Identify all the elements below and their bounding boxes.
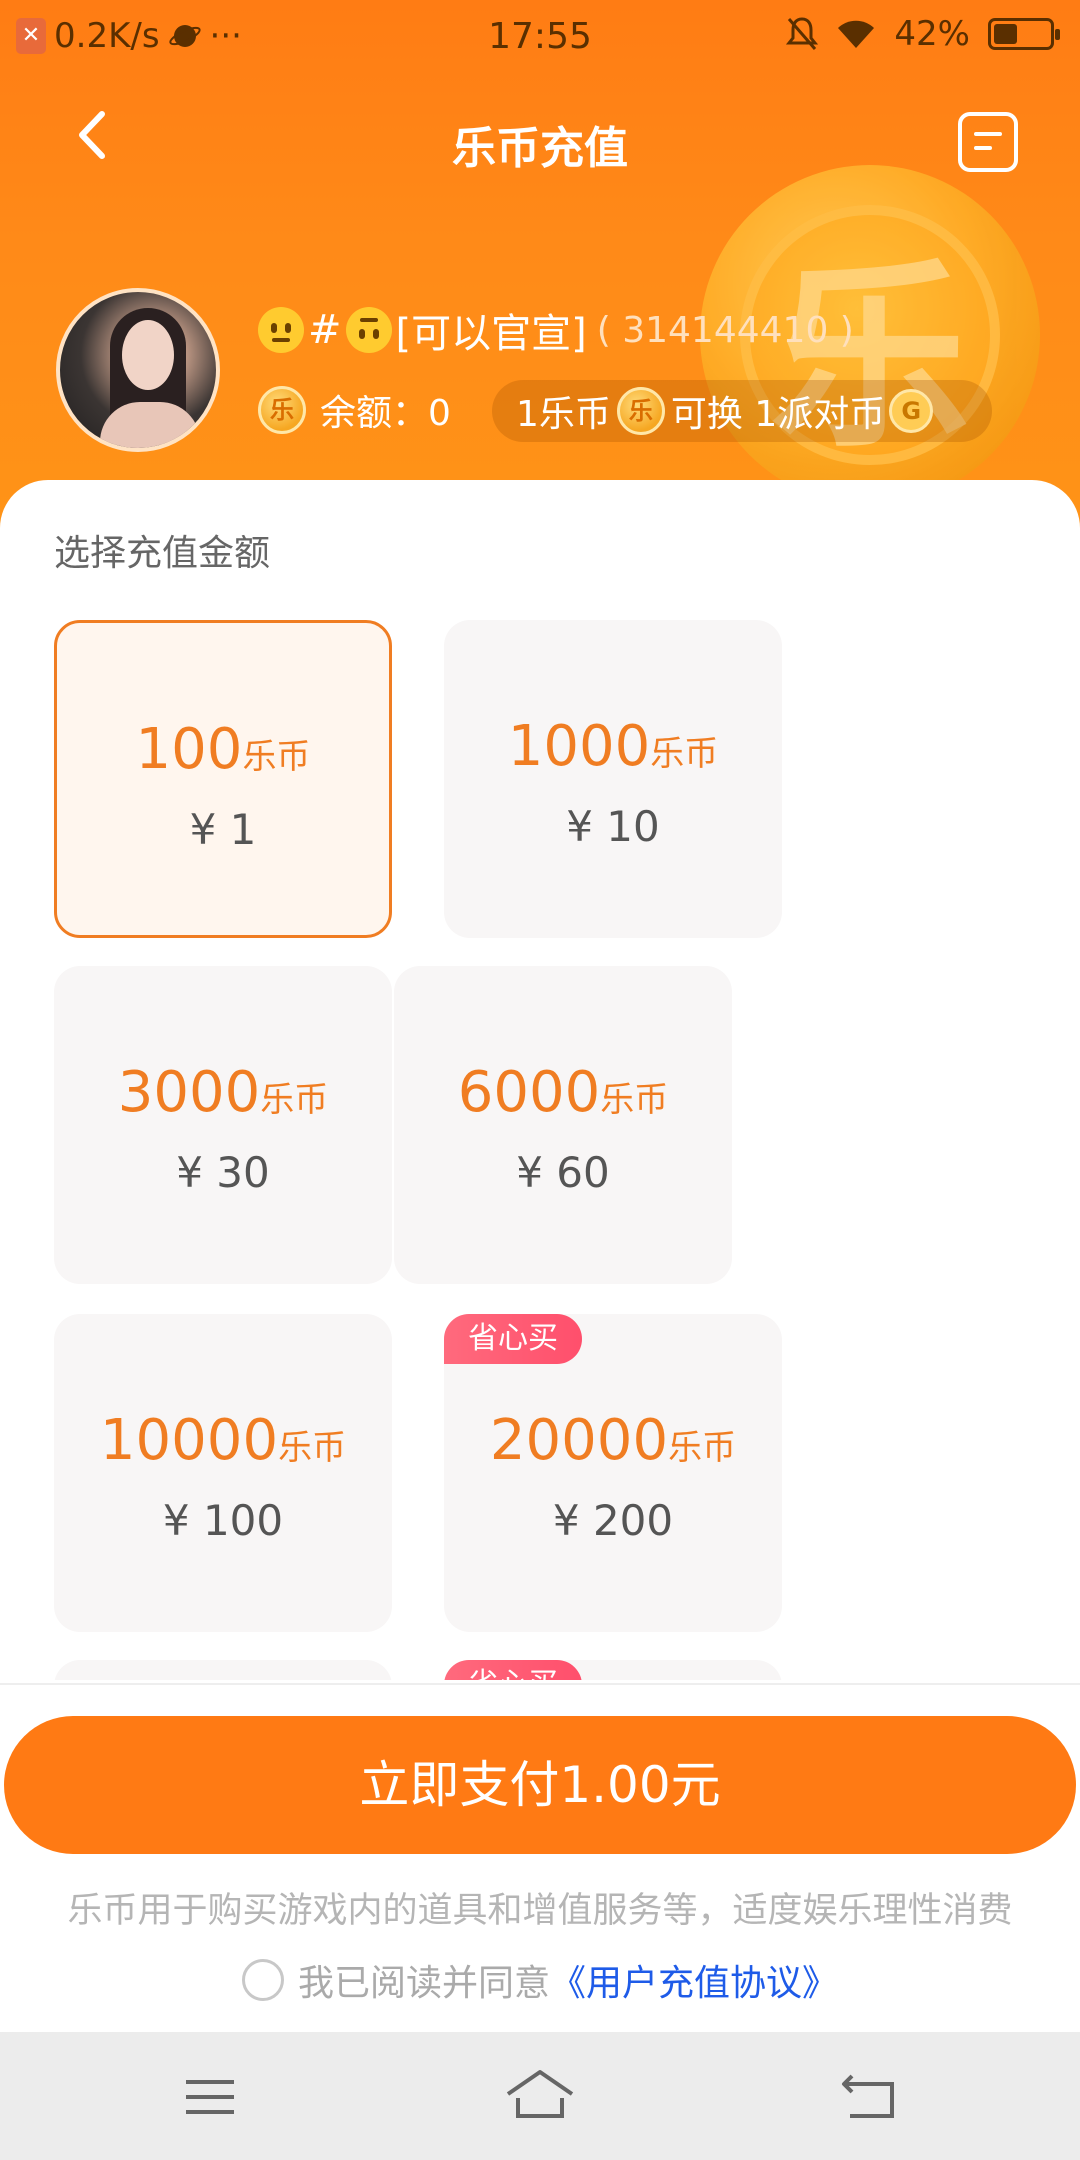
- promo-tag: 省心买: [444, 1314, 582, 1364]
- package-coins: 3000: [117, 1060, 261, 1125]
- mute-bell-icon: [786, 17, 819, 50]
- status-bar: ✕ 0.2K/s ··· 17:55 42%: [0, 0, 1080, 72]
- package-unit: 乐币: [260, 1080, 329, 1120]
- header: 乐 ✕ 0.2K/s ··· 17:55 42% 乐币充值 # [可以官宣] (…: [0, 0, 1080, 540]
- package-1000[interactable]: 1000乐币 ¥ 10: [444, 620, 782, 938]
- recharge-card: 选择充值金额 100乐币 ¥ 1 1000乐币 ¥ 10 3000乐币 ¥ 30…: [0, 480, 1080, 1680]
- package-coins: 20000: [489, 1408, 669, 1473]
- battery-percent: 42%: [894, 14, 970, 54]
- package-10000[interactable]: 10000乐币 ¥ 100: [54, 1314, 392, 1632]
- balance-line: 乐 余额：0: [258, 380, 451, 440]
- user-name: #: [308, 307, 342, 353]
- agreement-checkbox[interactable]: [241, 1959, 284, 2001]
- package-100[interactable]: 100乐币 ¥ 1: [54, 620, 392, 938]
- package-price: ¥ 30: [176, 1148, 270, 1197]
- back-icon[interactable]: [830, 2062, 910, 2132]
- exchange-left: 1乐币: [516, 394, 611, 435]
- balance: 余额：0: [320, 393, 451, 434]
- avatar[interactable]: [56, 288, 220, 452]
- home-icon[interactable]: [500, 2062, 580, 2132]
- party-coin-icon: G: [889, 389, 934, 433]
- package-coins: 1000: [507, 714, 651, 779]
- recharge-record-button[interactable]: [958, 112, 1018, 172]
- package-coins: 6000: [457, 1060, 601, 1125]
- package-20000[interactable]: 省心买 20000乐币 ¥ 200: [444, 1314, 782, 1632]
- package-unit: 乐币: [278, 1428, 347, 1468]
- package-price: ¥ 200: [552, 1496, 674, 1545]
- le-coin-icon: 乐: [258, 386, 306, 434]
- upside-down-face-emoji-icon: [345, 307, 392, 353]
- package-unit: 乐币: [650, 734, 719, 774]
- divider: [0, 1683, 1080, 1685]
- page-title: 乐币充值: [452, 123, 628, 174]
- package-unit: 乐币: [242, 737, 311, 777]
- package-price: ¥ 60: [516, 1148, 610, 1197]
- user-name-line: # [可以官宣] ( 314144410 ): [258, 300, 854, 360]
- battery-icon: [988, 18, 1060, 50]
- neutral-face-emoji-icon: [258, 307, 304, 353]
- package-partial[interactable]: 省心买: [444, 1660, 782, 1680]
- usage-notice: 乐币用于购买游戏内的道具和增值服务等，适度娱乐理性消费: [67, 1891, 1013, 1931]
- agreement-line: 我已阅读并同意 《用户充值协议》: [0, 1954, 1080, 2006]
- package-coins: 100: [135, 717, 243, 782]
- agreement-text: 我已阅读并同意: [297, 1963, 550, 2004]
- le-coin-icon: 乐: [616, 387, 665, 435]
- exchange-right: 可换 1派对币: [670, 394, 886, 435]
- package-unit: 乐币: [668, 1428, 737, 1468]
- package-unit: 乐币: [600, 1080, 669, 1120]
- system-nav-bar: [0, 2032, 1080, 2160]
- user-id: ( 314144410 ): [596, 309, 854, 351]
- promo-tag: 省心买: [444, 1660, 582, 1680]
- package-coins: 10000: [99, 1408, 279, 1473]
- pay-now-button[interactable]: 立即支付1.00元: [4, 1716, 1076, 1854]
- menu-icon[interactable]: [170, 2062, 250, 2132]
- user-name-suffix: [可以官宣]: [395, 311, 587, 357]
- package-price: ¥ 1: [189, 805, 257, 854]
- exchange-rate-pill: 1乐币 乐 可换 1派对币 G: [492, 380, 992, 442]
- wifi-icon: [838, 20, 875, 48]
- package-price: ¥ 10: [566, 802, 660, 851]
- agreement-link[interactable]: 《用户充值协议》: [550, 1954, 838, 2006]
- package-partial[interactable]: [54, 1660, 392, 1680]
- package-price: ¥ 100: [162, 1496, 284, 1545]
- section-title: 选择充值金额: [54, 533, 271, 574]
- package-6000[interactable]: 6000乐币 ¥ 60: [394, 966, 732, 1284]
- package-3000[interactable]: 3000乐币 ¥ 30: [54, 966, 392, 1284]
